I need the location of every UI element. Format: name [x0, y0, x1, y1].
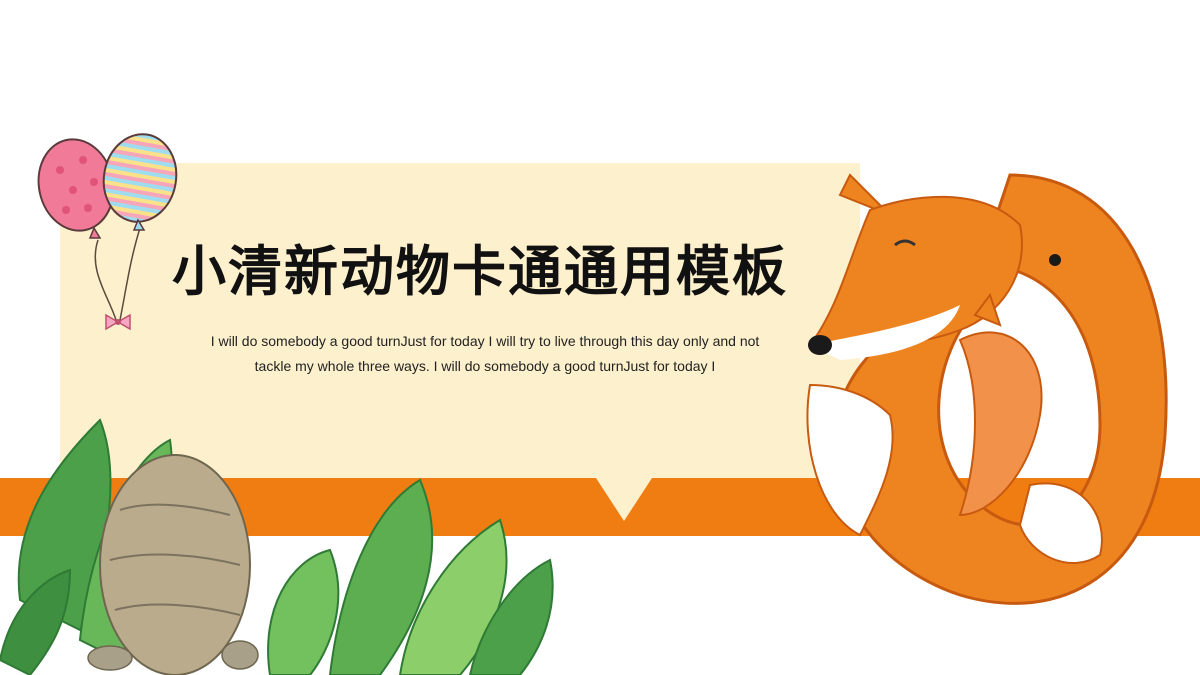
fox-illustration — [806, 173, 1168, 605]
plants-and-rock-illustration — [0, 418, 554, 675]
subtitle-text: I will do somebody a good turnJust for t… — [210, 333, 760, 374]
slide: 小清新动物卡通通用模板 I will do somebody a good tu… — [0, 0, 1200, 675]
page-title: 小清新动物卡通通用模板 — [172, 240, 788, 303]
